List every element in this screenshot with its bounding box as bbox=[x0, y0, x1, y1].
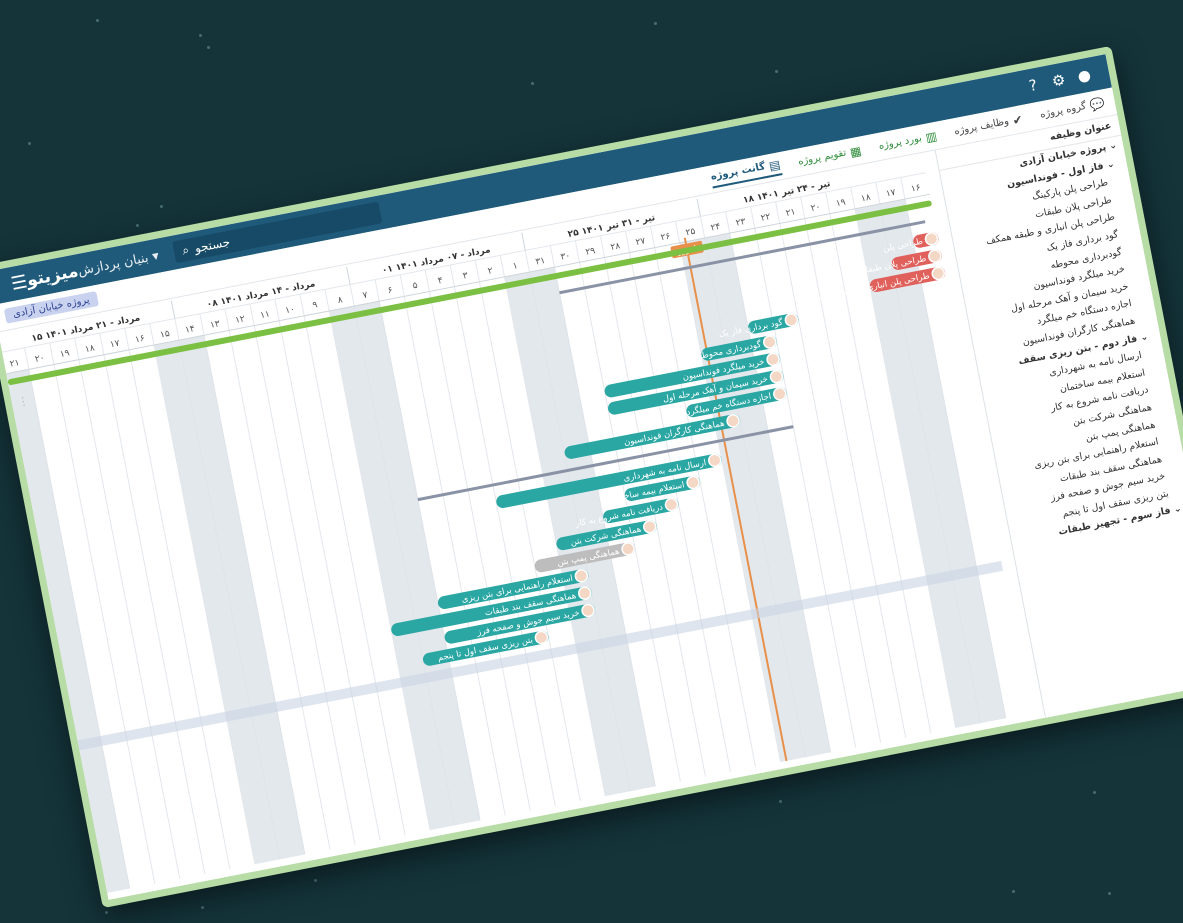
background-speck bbox=[531, 82, 534, 85]
week-divider bbox=[346, 266, 351, 285]
background-speck bbox=[136, 224, 139, 227]
background-speck bbox=[207, 46, 210, 49]
check-icon: ✔ bbox=[1011, 111, 1024, 128]
background-speck bbox=[1108, 892, 1111, 895]
day-label: ۱۹ bbox=[835, 197, 847, 209]
day-label: ۲۵ bbox=[685, 227, 697, 239]
tab-label: تقویم پروژه bbox=[797, 147, 848, 168]
background-speck bbox=[199, 34, 202, 37]
project-name: بنیان پردازش bbox=[76, 250, 150, 279]
day-label: ۱۷ bbox=[109, 339, 121, 351]
day-label: ۳۱ bbox=[535, 256, 546, 268]
day-label: ۲۳ bbox=[735, 217, 747, 229]
day-label: ۱۱ bbox=[259, 309, 270, 321]
day-label: ۳۰ bbox=[560, 251, 571, 263]
day-label: ۲۴ bbox=[710, 222, 722, 234]
search-placeholder: جستجو bbox=[193, 234, 232, 256]
background-speck bbox=[96, 19, 99, 22]
background-speck bbox=[775, 70, 778, 73]
avatar[interactable]: ● bbox=[1070, 64, 1099, 87]
day-label: ۴ bbox=[437, 276, 444, 287]
calendar-icon: ▦ bbox=[848, 143, 863, 160]
day-label: ۱۳ bbox=[209, 319, 221, 331]
background-speck bbox=[201, 906, 204, 909]
tab-label: گانت پروژه bbox=[709, 161, 767, 183]
gear-icon[interactable]: ⚙ bbox=[1044, 69, 1073, 92]
week-divider bbox=[521, 232, 526, 251]
day-label: ۵ bbox=[412, 281, 419, 292]
weekend-column bbox=[3, 369, 130, 894]
tab-project-board[interactable]: ▥ بورد پروژه bbox=[877, 128, 939, 153]
day-label: ۲۷ bbox=[635, 236, 647, 248]
tab-label: بورد پروژه bbox=[877, 132, 923, 152]
day-label: ۳ bbox=[462, 271, 469, 282]
day-label: ۲۲ bbox=[760, 212, 772, 224]
day-label: ۷ bbox=[362, 290, 369, 301]
day-label: ۲۶ bbox=[660, 232, 672, 244]
day-label: ۲۰ bbox=[34, 353, 45, 365]
day-label: ۱۲ bbox=[234, 314, 246, 326]
app-brand: میزیتو bbox=[25, 261, 81, 291]
day-label: ۱۸ bbox=[84, 343, 96, 355]
day-gridline bbox=[0, 352, 106, 894]
day-label: ۸ bbox=[337, 295, 344, 306]
gantt-app-window: ☰ میزیتو بنیان پردازش ▾ ⌕ جستجو ? ⚙ ● 💬 گ… bbox=[0, 45, 1183, 909]
day-label: ۱۰ bbox=[284, 305, 295, 317]
day-label: ۱۸ bbox=[860, 193, 872, 205]
tab-project-calendar[interactable]: ▦ تقویم پروژه bbox=[797, 143, 863, 169]
day-label: ۲ bbox=[487, 266, 494, 277]
day-label: ۶ bbox=[387, 286, 394, 297]
week-divider bbox=[696, 198, 701, 217]
day-label: ۹ bbox=[312, 300, 319, 311]
day-label: ۱۴ bbox=[184, 324, 196, 336]
day-label: ۱۹ bbox=[59, 348, 71, 360]
background-speck bbox=[314, 879, 317, 882]
day-label: ۲۸ bbox=[610, 241, 622, 253]
week-divider bbox=[170, 300, 176, 319]
day-label: ۲۱ bbox=[785, 207, 796, 219]
background-speck bbox=[28, 142, 31, 145]
day-label: ۱۷ bbox=[885, 188, 897, 200]
help-icon[interactable]: ? bbox=[1019, 74, 1048, 97]
day-label: ۱ bbox=[512, 261, 519, 272]
day-label: ۱۶ bbox=[134, 334, 146, 346]
day-label: ۲۱ bbox=[9, 358, 20, 370]
background-speck bbox=[105, 911, 108, 914]
chat-icon: 💬 bbox=[1088, 95, 1107, 113]
board-icon: ▥ bbox=[924, 128, 939, 145]
background-speck bbox=[654, 22, 657, 25]
background-speck bbox=[160, 205, 163, 208]
background-speck bbox=[779, 800, 782, 803]
gantt-icon: ▤ bbox=[767, 156, 782, 173]
day-label: ۲۹ bbox=[585, 246, 597, 258]
tab-label: گروه پروژه bbox=[1039, 100, 1088, 121]
tab-label: وظایف پروژه bbox=[953, 115, 1010, 138]
search-icon: ⌕ bbox=[180, 242, 191, 258]
background-speck bbox=[1093, 791, 1096, 794]
day-label: ۲۰ bbox=[810, 202, 821, 214]
day-label: ۱۶ bbox=[910, 183, 922, 195]
background-speck bbox=[1012, 890, 1015, 893]
day-label: ۱۵ bbox=[159, 329, 171, 341]
